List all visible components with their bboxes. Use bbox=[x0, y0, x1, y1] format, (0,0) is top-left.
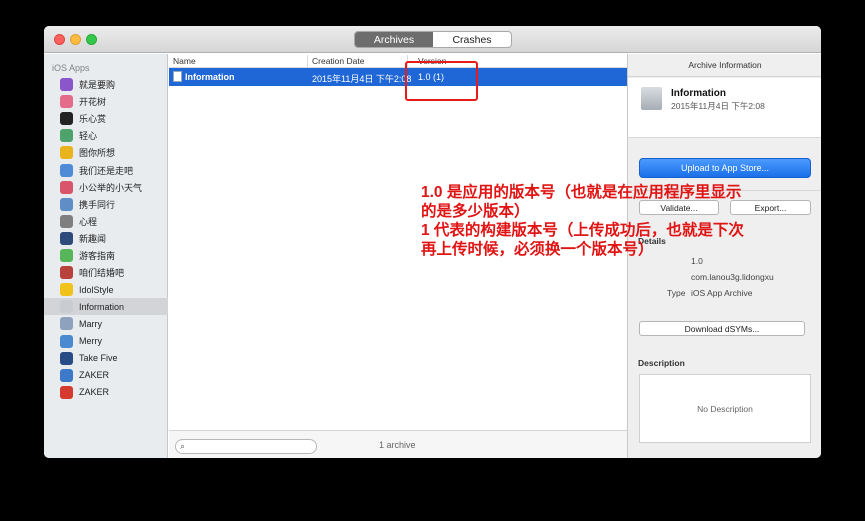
list-footer: ⌕ 1 archive bbox=[169, 430, 627, 458]
version-highlight-box bbox=[405, 61, 478, 101]
sidebar-item-label: 咱们结婚吧 bbox=[79, 268, 125, 279]
app-icon bbox=[60, 317, 73, 331]
sidebar-item-label: Marry bbox=[79, 318, 102, 329]
search-icon: ⌕ bbox=[180, 441, 186, 451]
archive-document-icon bbox=[173, 71, 182, 82]
app-icon bbox=[60, 214, 73, 228]
app-icon bbox=[60, 351, 73, 365]
description-placeholder: No Description bbox=[697, 403, 753, 414]
table-row[interactable]: Information 2015年11月4日 下午2:08 1.0 (1) bbox=[169, 68, 627, 86]
details-type: iOS App Archive bbox=[691, 288, 753, 298]
minimize-window-button[interactable] bbox=[70, 34, 81, 45]
column-header: Name Creation Date Version bbox=[169, 54, 627, 68]
download-dsyms-button[interactable]: Download dSYMs... bbox=[639, 321, 805, 336]
app-icon bbox=[60, 180, 73, 194]
row-date: 2015年11月4日 下午2:08 bbox=[312, 74, 412, 84]
annotation-line: 的是多少版本） bbox=[421, 203, 530, 220]
sidebar-item-label: 图你所想 bbox=[79, 148, 116, 159]
column-divider bbox=[307, 55, 308, 67]
inspector-header: Archive Information bbox=[628, 54, 821, 77]
archive-title: Information bbox=[671, 88, 726, 99]
sidebar-item-label: 乐心赏 bbox=[79, 114, 107, 125]
row-name: Information bbox=[185, 72, 235, 82]
sidebar-item-label: Information bbox=[79, 301, 125, 312]
view-segmented-control: Archives Crashes bbox=[354, 31, 512, 48]
apps-sidebar: iOS Apps 就是要购开花树乐心赏轻心图你所想我们还是走吧 小公举的小天气 携手… bbox=[44, 54, 168, 458]
archive-date: 2015年11月4日 下午2:08 bbox=[671, 101, 765, 111]
sidebar-item[interactable]: ZAKER bbox=[44, 367, 168, 384]
sidebar-item-label: 游客指南 bbox=[79, 251, 116, 261]
filter-search-input[interactable]: ⌕ bbox=[175, 439, 317, 454]
close-window-button[interactable] bbox=[54, 34, 65, 45]
sidebar-item[interactable]: Merry bbox=[44, 333, 168, 350]
app-icon bbox=[60, 129, 73, 143]
description-label: Description bbox=[638, 358, 685, 368]
sidebar-item[interactable]: 乐心赏 bbox=[44, 110, 168, 127]
annotation-text: 1.0 是应用的版本号（也就是在应用程序里显示 的是多少版本） 1 代表的构建版… bbox=[421, 183, 811, 259]
sidebar-item[interactable]: 新趣闻 bbox=[44, 230, 168, 247]
app-icon bbox=[60, 283, 73, 297]
sidebar-item[interactable]: 图你所想 bbox=[44, 144, 168, 161]
app-icon bbox=[60, 78, 73, 91]
sidebar-item-label: ZAKER bbox=[79, 370, 110, 381]
app-icon bbox=[60, 300, 73, 314]
sidebar-item-label: Take Five bbox=[79, 353, 118, 364]
sidebar-header: iOS Apps bbox=[52, 63, 90, 73]
sidebar-item[interactable]: IdolStyle bbox=[44, 281, 168, 298]
sidebar-item[interactable]: Marry bbox=[44, 315, 168, 332]
app-icon bbox=[60, 112, 73, 126]
sidebar-item-label: 轻心 bbox=[79, 131, 98, 142]
zoom-window-button[interactable] bbox=[86, 34, 97, 45]
app-icon bbox=[60, 197, 73, 211]
sidebar-item-label: 心程 bbox=[79, 216, 98, 227]
archive-icon bbox=[641, 87, 662, 110]
sidebar-item-label: ZAKER bbox=[79, 387, 110, 398]
sidebar-item-label: 我们还是走吧 bbox=[79, 165, 134, 176]
sidebar-item[interactable]: Information bbox=[44, 298, 168, 316]
app-icon bbox=[60, 385, 73, 399]
sidebar-item[interactable]: 小公举的小天气 bbox=[44, 179, 168, 196]
sidebar-item-label: 携手同行 bbox=[79, 199, 116, 210]
app-icon bbox=[60, 368, 73, 382]
description-field[interactable]: No Description bbox=[639, 374, 811, 443]
sidebar-item[interactable]: 心程 bbox=[44, 213, 168, 230]
tab-crashes[interactable]: Crashes bbox=[433, 32, 511, 47]
details-identifier: com.lanou3g.lidongxu bbox=[691, 272, 774, 282]
sidebar-item[interactable]: 游客指南 bbox=[44, 247, 168, 264]
app-icon bbox=[60, 249, 73, 262]
app-icon bbox=[60, 266, 73, 280]
app-icon bbox=[60, 95, 73, 109]
inspector-summary: Information 2015年11月4日 下午2:08 bbox=[628, 78, 821, 138]
app-icon bbox=[60, 334, 73, 348]
archive-count: 1 archive bbox=[379, 440, 416, 450]
column-creation-date[interactable]: Creation Date bbox=[312, 56, 364, 66]
column-name[interactable]: Name bbox=[173, 56, 196, 66]
app-icon bbox=[60, 231, 73, 245]
sidebar-item[interactable]: ZAKER bbox=[44, 384, 168, 401]
sidebar-item-label: 小公举的小天气 bbox=[79, 182, 143, 193]
sidebar-item[interactable]: 就是要购 bbox=[44, 76, 168, 93]
sidebar-item[interactable]: 携手同行 bbox=[44, 196, 168, 213]
annotation-line: 再上传时候，必须换一个版本号） bbox=[421, 241, 654, 258]
tab-archives[interactable]: Archives bbox=[355, 32, 433, 47]
annotation-line: 1 代表的构建版本号（上传成功后，也就是下次 bbox=[421, 222, 744, 239]
sidebar-item-label: 新趣闻 bbox=[79, 233, 107, 244]
sidebar-item-label: 就是要购 bbox=[79, 80, 116, 90]
sidebar-item-label: IdolStyle bbox=[79, 284, 114, 295]
upload-to-app-store-button[interactable]: Upload to App Store... bbox=[639, 158, 811, 178]
sidebar-item[interactable]: 我们还是走吧 bbox=[44, 162, 168, 179]
sidebar-item[interactable]: 开花树 bbox=[44, 93, 168, 110]
sidebar-item-label: 开花树 bbox=[79, 97, 107, 108]
app-icon bbox=[60, 163, 73, 177]
sidebar-item-label: Merry bbox=[79, 336, 102, 346]
sidebar-item[interactable]: 咱们结婚吧 bbox=[44, 264, 168, 281]
annotation-line: 1.0 是应用的版本号（也就是在应用程序里显示 bbox=[421, 184, 742, 201]
details-type-label: Type bbox=[667, 288, 686, 298]
sidebar-item[interactable]: 轻心 bbox=[44, 127, 168, 144]
title-bar: Archives Crashes bbox=[44, 26, 821, 53]
app-icon bbox=[60, 146, 73, 160]
sidebar-item[interactable]: Take Five bbox=[44, 350, 168, 367]
